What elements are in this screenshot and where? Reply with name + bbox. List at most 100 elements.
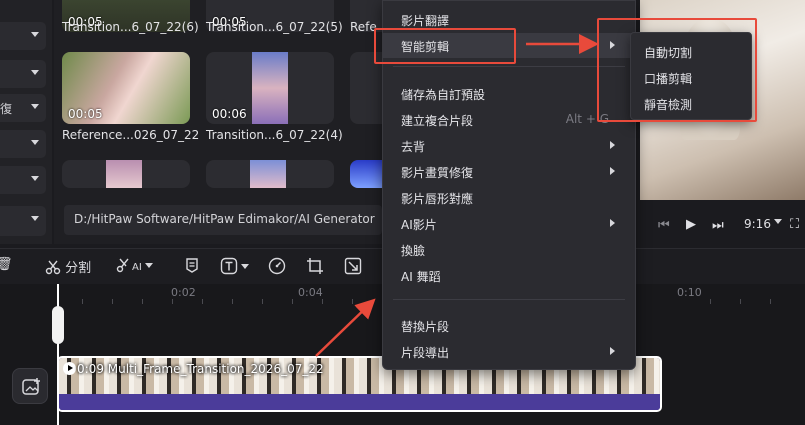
media-thumb[interactable]: 00:06 [206, 52, 334, 124]
context-menu: 影片翻譯 智能剪輯 儲存為自訂預設 建立複合片段 Alt + G 去背 影片畫質修… [382, 0, 636, 370]
menu-item-label: 影片畫質修復 [401, 166, 474, 180]
menu-item-label: 建立複合片段 [401, 114, 474, 128]
add-media-icon [22, 378, 40, 395]
left-dropdown-1[interactable] [0, 22, 46, 50]
media-thumb[interactable] [62, 160, 190, 188]
left-dropdown-4[interactable] [0, 130, 46, 158]
fullscreen-icon[interactable]: ⛶ [790, 217, 799, 232]
left-dropdown-2[interactable] [0, 60, 46, 88]
chevron-down-icon[interactable] [774, 219, 782, 224]
chevron-right-icon [610, 347, 615, 355]
submenu-item-talking-head-edit[interactable]: 口播剪輯 [631, 66, 751, 90]
left-dropdown-3-text: 復 [0, 102, 13, 116]
chevron-right-icon [610, 167, 615, 175]
media-label: Transition...6_07_22(5) [206, 20, 343, 34]
ruler-label: 0:02 [171, 286, 196, 299]
menu-item-label: 影片翻譯 [401, 14, 450, 28]
ruler-tick [262, 299, 263, 304]
submenu-item-auto-cut[interactable]: 自動切割 [631, 40, 751, 64]
ruler-tick [142, 299, 143, 304]
delete-icon[interactable]: 🗑 [0, 257, 13, 272]
aspect-ratio-value[interactable]: 9:16 [744, 217, 771, 231]
menu-item-save-preset[interactable]: 儲存為自訂預設 [383, 81, 635, 106]
menu-item-label: 替換片段 [401, 320, 450, 334]
chevron-down-icon [144, 263, 153, 268]
file-path-field[interactable]: D:/HitPaw Software/HitPaw Edimakor/AI Ge… [64, 205, 382, 235]
chevron-right-icon [610, 141, 615, 149]
chevron-right-icon [610, 219, 615, 227]
split-button[interactable]: 分割 [45, 257, 91, 276]
player-controls: ⏮ ▶ ⏭ 9:16 ⛶ [636, 205, 805, 245]
menu-item-lip-sync[interactable]: 影片唇形對應 [383, 185, 635, 210]
menu-item-label: AI影片 [401, 218, 437, 232]
submenu-item-label: 自動切割 [644, 46, 693, 60]
add-track-button[interactable] [12, 368, 48, 404]
speed-icon[interactable] [268, 257, 286, 276]
submenu-item-silence-detect[interactable]: 靜音檢測 [631, 92, 751, 116]
menu-item-smart-edit[interactable]: 智能剪輯 [383, 33, 635, 58]
scissors-icon [45, 260, 61, 275]
ai-split-button[interactable]: AI [116, 257, 153, 274]
left-dropdown-3[interactable]: 復 [0, 94, 46, 122]
split-label: 分割 [65, 261, 92, 276]
media-thumb-image [252, 52, 288, 124]
menu-item-label: 換臉 [401, 244, 426, 258]
menu-item-enhance-quality[interactable]: 影片畫質修復 [383, 159, 635, 184]
chevron-down-icon [31, 216, 39, 221]
menu-divider [393, 299, 625, 300]
chevron-down-icon [31, 32, 39, 37]
play-icon[interactable]: ▶ [686, 217, 696, 232]
menu-item-export-clip[interactable]: 片段導出 [383, 339, 635, 364]
chevron-down-icon [31, 104, 39, 109]
left-dropdown-5[interactable] [0, 166, 46, 194]
ruler-tick [112, 299, 113, 304]
skip-back-icon[interactable]: ⏮ [658, 218, 670, 233]
menu-item-remove-background[interactable]: 去背 [383, 133, 635, 158]
menu-item-label: AI 舞蹈 [401, 270, 441, 284]
chevron-down-icon [31, 140, 39, 145]
menu-item-label: 儲存為自訂預設 [401, 88, 486, 102]
ruler-tick [740, 299, 741, 304]
left-dropdown-6[interactable] [0, 206, 46, 236]
chevron-down-icon [31, 176, 39, 181]
menu-item-shortcut: Alt + G [565, 112, 609, 126]
ruler-label: 0:10 [677, 286, 702, 299]
export-clip-icon[interactable] [344, 257, 362, 276]
clip-label: 0:09 Multi_Frame_Transition_2026_07_22 [77, 362, 324, 376]
media-label: Reference...026_07_22 [62, 128, 200, 142]
ruler-tick [232, 299, 233, 304]
ruler-tick [202, 299, 203, 304]
menu-item-label: 去背 [401, 140, 426, 154]
chevron-down-icon [241, 264, 249, 269]
left-settings-panel: 復 [0, 0, 52, 244]
chevron-down-icon [31, 70, 39, 75]
menu-item-replace-clip[interactable]: 替換片段 [383, 313, 635, 338]
media-thumb[interactable]: 00:05 [62, 52, 190, 124]
media-duration: 00:05 [68, 107, 103, 121]
menu-item-video-translate[interactable]: 影片翻譯 [383, 7, 635, 32]
skip-forward-icon[interactable]: ⏭ [712, 218, 724, 233]
ruler-tick [352, 299, 353, 304]
ruler-label: 0:04 [298, 286, 323, 299]
ruler-tick [82, 299, 83, 304]
smart-edit-submenu: 自動切割 口播剪輯 靜音檢測 [630, 32, 752, 120]
ruler-tick [292, 299, 293, 304]
media-thumb-image [250, 160, 286, 188]
menu-item-compound-clip[interactable]: 建立複合片段 Alt + G [383, 107, 635, 132]
menu-item-ai-dance[interactable]: AI 舞蹈 [383, 263, 635, 288]
submenu-item-label: 口播剪輯 [644, 72, 693, 86]
crop-icon[interactable] [306, 257, 324, 276]
text-tool-button[interactable] [220, 257, 249, 276]
menu-item-label: 影片唇形對應 [401, 192, 474, 206]
menu-item-label: 片段導出 [401, 346, 450, 360]
media-thumb[interactable] [206, 160, 334, 188]
media-label: Refe [350, 20, 377, 34]
menu-item-ai-video[interactable]: AI影片 [383, 211, 635, 236]
playhead-handle[interactable] [52, 306, 64, 344]
subtitle-icon[interactable] [184, 257, 200, 274]
submenu-item-label: 靜音檢測 [644, 98, 693, 112]
text-icon [220, 257, 238, 275]
menu-item-face-swap[interactable]: 換臉 [383, 237, 635, 262]
ruler-tick [770, 299, 771, 304]
menu-divider [393, 66, 625, 67]
